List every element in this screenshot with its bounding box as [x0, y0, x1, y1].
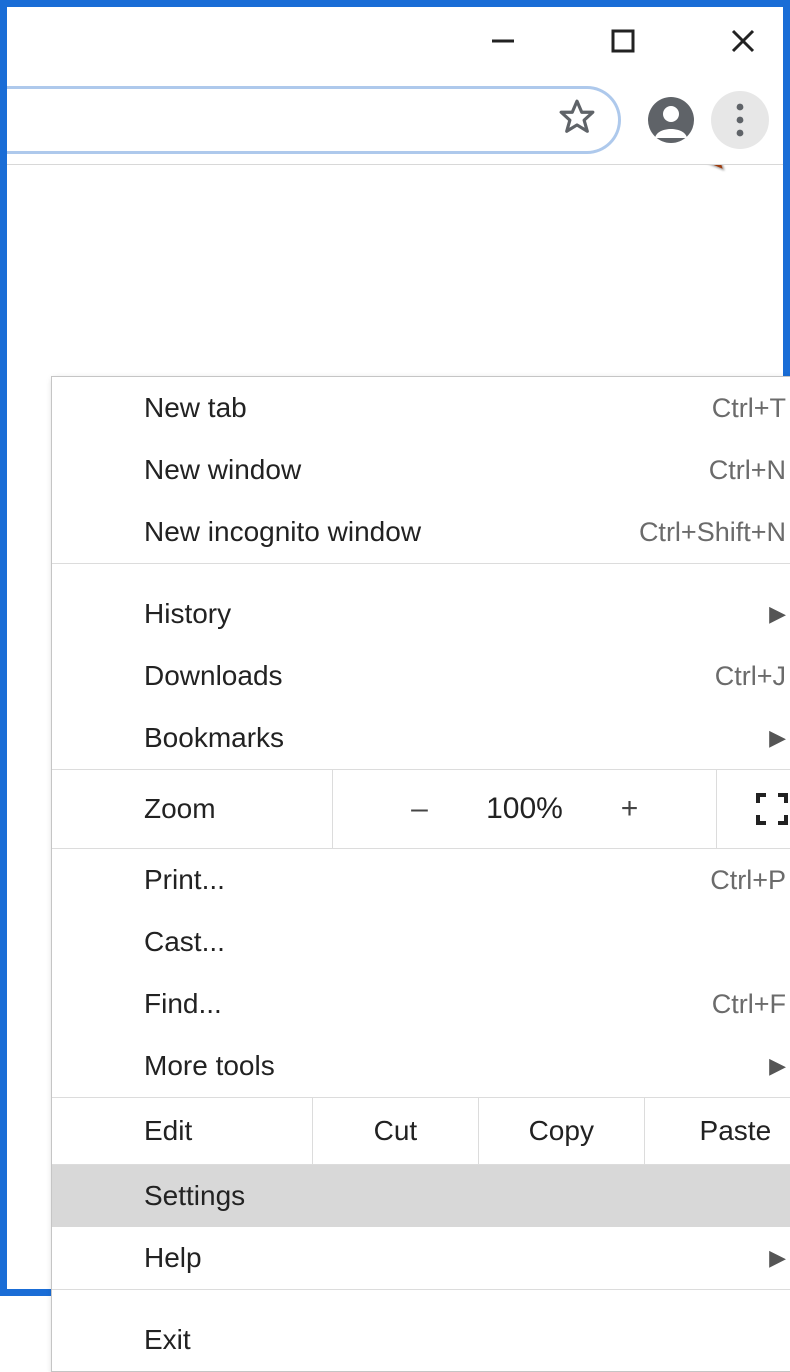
menu-cast[interactable]: Cast...: [52, 911, 790, 973]
menu-shortcut: Ctrl+P: [710, 865, 786, 896]
edit-paste-button[interactable]: Paste: [644, 1098, 790, 1164]
menu-label: Help: [144, 1242, 769, 1274]
menu-exit[interactable]: Exit: [52, 1309, 790, 1371]
submenu-arrow-icon: ▶: [769, 1245, 786, 1271]
menu-shortcut: Ctrl+J: [715, 661, 786, 692]
menu-label: Cast...: [144, 926, 786, 958]
menu-shortcut: Ctrl+N: [709, 455, 786, 486]
chrome-menu-button[interactable]: [711, 91, 769, 149]
submenu-arrow-icon: ▶: [769, 725, 786, 751]
menu-help[interactable]: Help ▶: [52, 1227, 790, 1289]
menu-label: Settings: [144, 1180, 786, 1212]
fullscreen-button[interactable]: [716, 770, 790, 848]
menu-label: New incognito window: [144, 516, 639, 548]
menu-more-tools[interactable]: More tools ▶: [52, 1035, 790, 1097]
menu-settings[interactable]: Settings: [52, 1165, 790, 1227]
menu-incognito[interactable]: New incognito window Ctrl+Shift+N: [52, 501, 790, 563]
menu-label: Zoom: [52, 793, 332, 825]
profile-button[interactable]: [645, 94, 697, 146]
maximize-button[interactable]: [593, 11, 653, 71]
menu-zoom-row: Zoom – 100% +: [52, 769, 790, 849]
window-controls: [7, 7, 783, 75]
browser-window: PC risk.com New tab Ctrl+T New window Ct…: [0, 0, 790, 1296]
edit-cut-button[interactable]: Cut: [312, 1098, 478, 1164]
close-button[interactable]: [713, 11, 773, 71]
zoom-level: 100%: [480, 792, 570, 826]
menu-label: History: [144, 598, 769, 630]
menu-history[interactable]: History ▶: [52, 583, 790, 645]
menu-new-tab[interactable]: New tab Ctrl+T: [52, 377, 790, 439]
menu-label: New tab: [144, 392, 712, 424]
browser-toolbar: [7, 75, 783, 165]
menu-shortcut: Ctrl+Shift+N: [639, 517, 786, 548]
submenu-arrow-icon: ▶: [769, 601, 786, 627]
menu-label: Edit: [52, 1098, 312, 1164]
menu-find[interactable]: Find... Ctrl+F: [52, 973, 790, 1035]
menu-bookmarks[interactable]: Bookmarks ▶: [52, 707, 790, 769]
menu-label: More tools: [144, 1050, 769, 1082]
menu-label: Exit: [144, 1324, 786, 1356]
menu-shortcut: Ctrl+T: [712, 393, 786, 424]
menu-label: New window: [144, 454, 709, 486]
submenu-arrow-icon: ▶: [769, 1053, 786, 1079]
menu-label: Find...: [144, 988, 712, 1020]
menu-shortcut: Ctrl+F: [712, 989, 786, 1020]
chrome-menu-dropdown: New tab Ctrl+T New window Ctrl+N New inc…: [51, 376, 790, 1372]
menu-edit-row: Edit Cut Copy Paste: [52, 1097, 790, 1165]
bookmark-star-icon[interactable]: [558, 98, 596, 141]
edit-copy-button[interactable]: Copy: [478, 1098, 644, 1164]
menu-label: Downloads: [144, 660, 715, 692]
menu-print[interactable]: Print... Ctrl+P: [52, 849, 790, 911]
address-bar[interactable]: [7, 86, 621, 154]
menu-downloads[interactable]: Downloads Ctrl+J: [52, 645, 790, 707]
menu-label: Bookmarks: [144, 722, 769, 754]
menu-label: Print...: [144, 864, 710, 896]
minimize-button[interactable]: [473, 11, 533, 71]
menu-new-window[interactable]: New window Ctrl+N: [52, 439, 790, 501]
zoom-out-button[interactable]: –: [400, 792, 440, 826]
zoom-in-button[interactable]: +: [610, 792, 650, 826]
